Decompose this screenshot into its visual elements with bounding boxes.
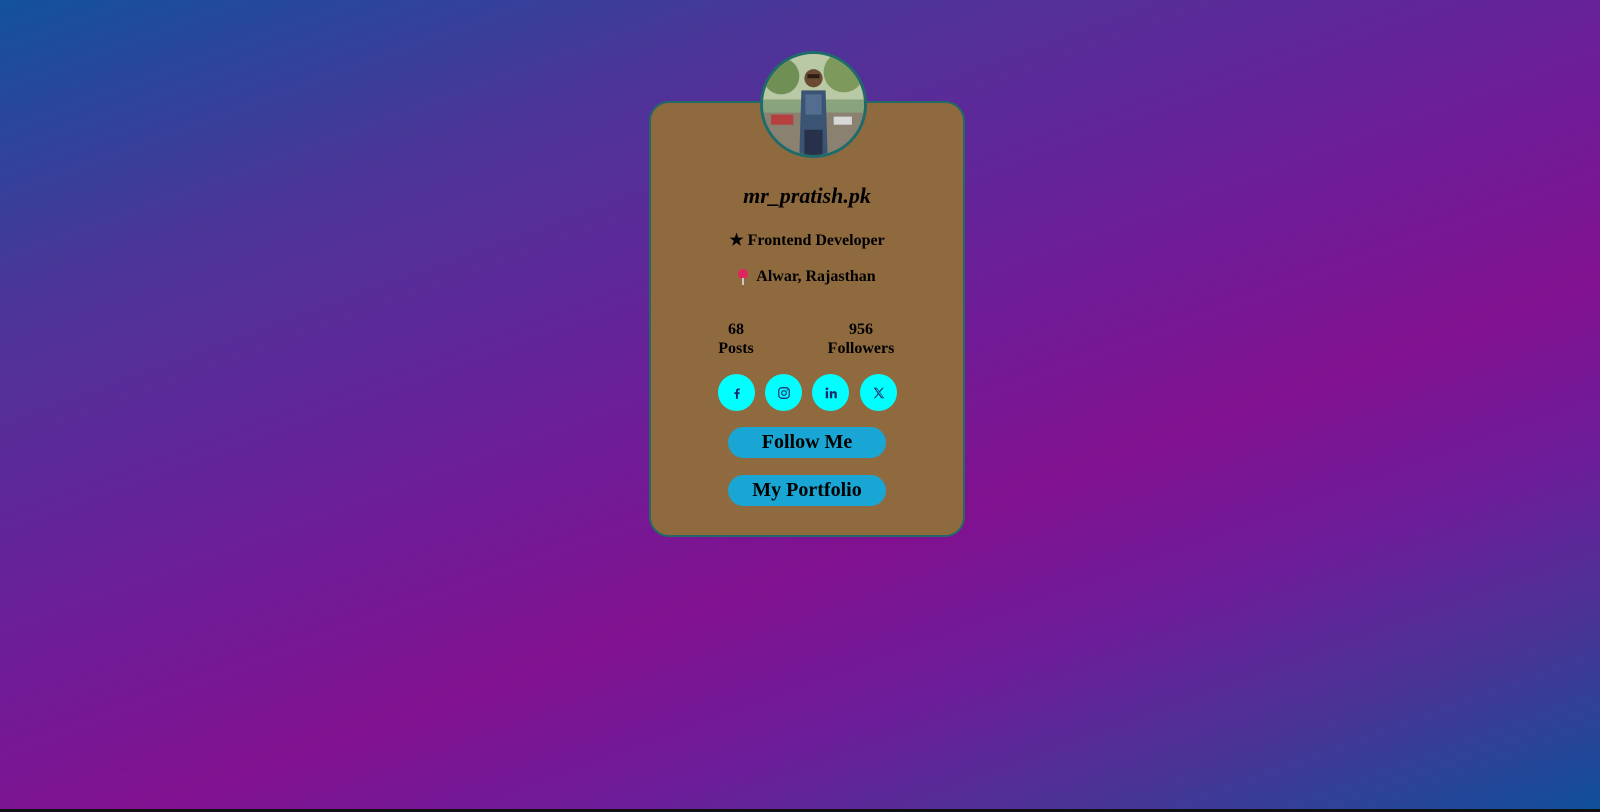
- stat-followers-label: Followers: [827, 340, 895, 357]
- x-twitter-link[interactable]: [860, 374, 897, 411]
- follow-me-button[interactable]: Follow Me: [728, 427, 886, 458]
- location-line: Alwar, Rajasthan: [649, 267, 965, 287]
- username: mr_pratish.pk: [743, 183, 871, 208]
- profile-card: [649, 101, 965, 537]
- facebook-icon: [733, 388, 740, 399]
- stat-followers: 956 Followers: [801, 320, 921, 358]
- stat-followers-value: 956: [849, 321, 873, 338]
- stat-posts-label: Posts: [718, 340, 754, 357]
- my-portfolio-button[interactable]: My Portfolio: [728, 475, 886, 506]
- pushpin-icon: [738, 269, 749, 285]
- linkedin-link[interactable]: [812, 374, 849, 411]
- stat-posts: 68 Posts: [676, 320, 796, 358]
- role-text: Frontend Developer: [747, 232, 885, 249]
- linkedin-icon: [825, 387, 837, 398]
- profile-photo: [763, 54, 864, 155]
- stat-posts-value: 68: [728, 321, 744, 338]
- x-twitter-icon: [873, 387, 884, 398]
- instagram-link[interactable]: [765, 374, 802, 411]
- avatar: [760, 51, 867, 158]
- facebook-link[interactable]: [718, 374, 755, 411]
- location-text: Alwar, Rajasthan: [756, 268, 876, 285]
- star-icon: ★: [729, 232, 744, 249]
- role-line: ★ Frontend Developer: [649, 231, 965, 251]
- instagram-icon: [777, 386, 790, 399]
